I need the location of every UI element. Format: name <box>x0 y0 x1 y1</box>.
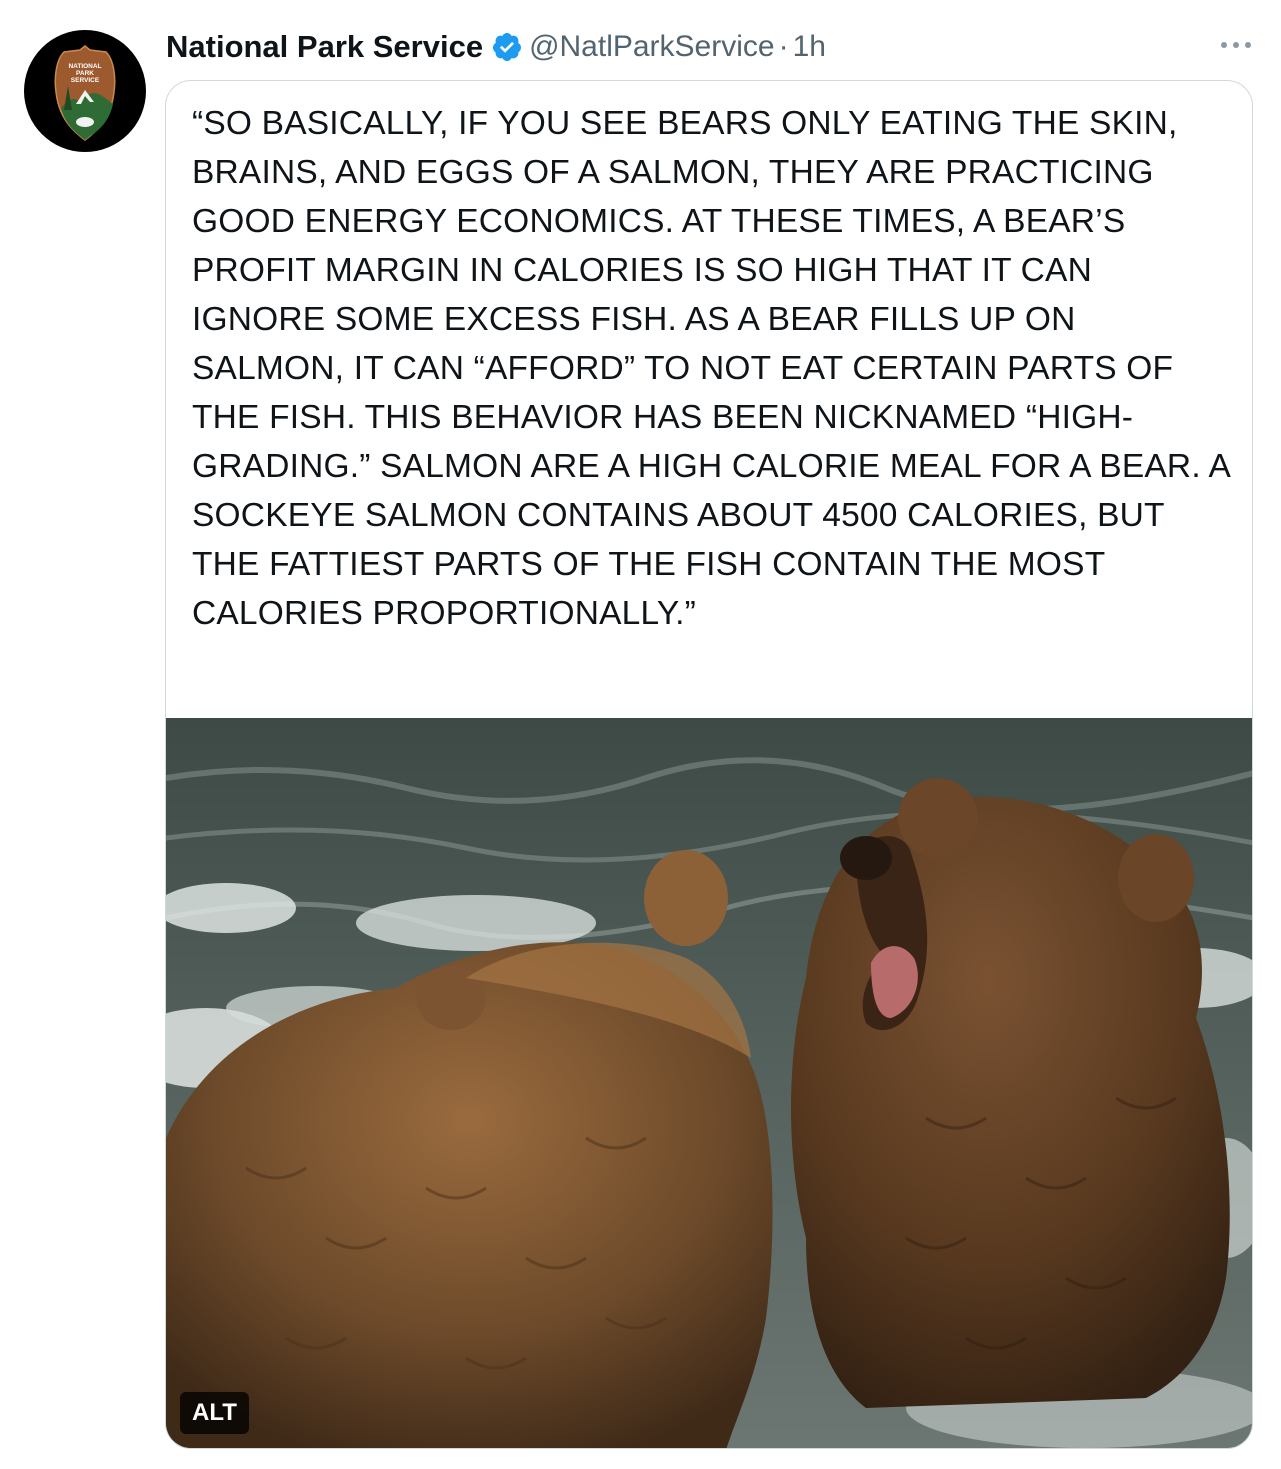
quote-text: “SO BASICALLY, IF YOU SEE BEARS ONLY EAT… <box>192 105 1230 632</box>
timestamp[interactable]: 1h <box>793 30 826 64</box>
avatar-text-line: NATIONAL <box>68 63 101 70</box>
handle[interactable]: @NatlParkService <box>529 30 775 64</box>
nps-arrowhead-logo-icon: NATIONAL PARK SERVICE <box>54 45 116 141</box>
separator-dot: · <box>778 30 789 63</box>
avatar-text-line: SERVICE <box>71 77 100 84</box>
avatar-text-line: PARK <box>76 70 94 77</box>
avatar[interactable]: NATIONAL PARK SERVICE <box>24 30 146 152</box>
more-options-icon[interactable] <box>1216 30 1256 60</box>
verified-badge-icon[interactable] <box>491 31 523 63</box>
tweet-media-card[interactable]: “SO BASICALLY, IF YOU SEE BEARS ONLY EAT… <box>165 80 1253 1449</box>
alt-text-button[interactable]: ALT <box>180 1392 249 1434</box>
display-name[interactable]: National Park Service <box>166 29 483 65</box>
bears-photo[interactable]: ALT <box>166 718 1252 1448</box>
tweet-header: National Park Service @NatlParkService ·… <box>166 24 1251 70</box>
